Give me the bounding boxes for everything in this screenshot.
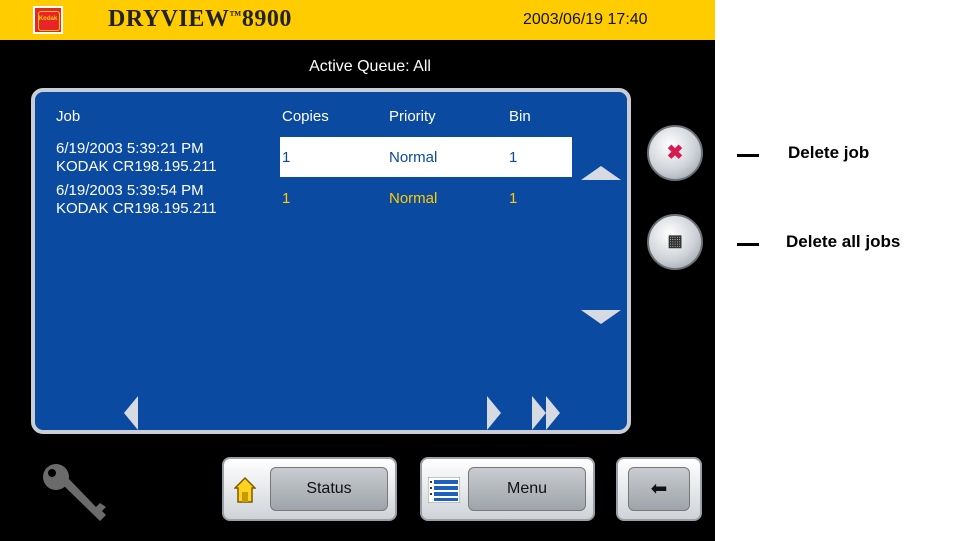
job-row-2-timestamp[interactable]: 6/19/2003 5:39:54 PM (56, 182, 204, 199)
key-icon[interactable] (36, 459, 116, 529)
job-row-2-copies[interactable]: 1 (282, 190, 290, 207)
back-button[interactable]: ⬅ (616, 457, 702, 521)
menu-list-icon (428, 477, 460, 503)
job-row-1-bin[interactable]: 1 (509, 149, 517, 166)
job-row-1-source[interactable]: KODAK CR198.195.211 (56, 158, 217, 175)
kodak-logo-text: Kodak (38, 16, 58, 22)
status-button[interactable]: Status (222, 457, 397, 521)
job-row-1-timestamp[interactable]: 6/19/2003 5:39:21 PM (56, 140, 204, 157)
device-screen: Kodak DRYVIEW™8900 2003/06/19 17:40 Acti… (0, 0, 715, 541)
callout-delete-all-jobs: Delete all jobs (786, 232, 901, 251)
product-name: DRYVIEW (108, 6, 230, 32)
menu-button[interactable]: Menu (420, 457, 595, 521)
callout-line-delete-all (737, 243, 759, 246)
datetime-display: 2003/06/19 17:40 (523, 11, 648, 28)
callout-delete-job: Delete job (788, 143, 870, 162)
job-row-1-copies[interactable]: 1 (282, 149, 290, 166)
column-header-copies: Copies (282, 108, 329, 125)
product-title: DRYVIEW™8900 (108, 6, 292, 33)
menu-button-label[interactable]: Menu (468, 467, 586, 511)
status-button-label[interactable]: Status (270, 467, 388, 511)
job-row-2-priority[interactable]: Normal (389, 190, 437, 207)
callout-line-delete-job (737, 154, 759, 157)
product-model: 8900 (241, 6, 292, 32)
column-header-job: Job (56, 108, 81, 125)
job-row-1-priority[interactable]: Normal (389, 149, 437, 166)
delete-all-jobs-button[interactable]: ▦ (647, 214, 703, 270)
trademark-mark: ™ (229, 8, 242, 22)
scroll-up-arrow-icon[interactable] (581, 166, 621, 180)
job-row-2-bin[interactable]: 1 (509, 190, 517, 207)
column-header-bin: Bin (509, 108, 531, 125)
header-bar: Kodak DRYVIEW™8900 2003/06/19 17:40 (0, 0, 715, 40)
page-last-arrow-icon[interactable] (532, 396, 546, 430)
column-header-priority: Priority (389, 108, 436, 125)
delete-job-icon: ✖ (666, 142, 684, 164)
kodak-logo: Kodak (33, 6, 63, 34)
job-queue-panel: Job Copies Priority Bin 6/19/2003 5:39:2… (31, 88, 631, 434)
scroll-down-arrow-icon[interactable] (581, 310, 621, 324)
page-left-arrow-icon[interactable] (124, 396, 138, 430)
page-right-arrow-icon[interactable] (487, 396, 501, 430)
queue-title: Active Queue: All (309, 58, 431, 75)
home-icon (234, 476, 256, 503)
delete-all-icon: ▦ (667, 233, 683, 250)
delete-job-button[interactable]: ✖ (647, 125, 703, 181)
page-last-arrow-icon[interactable] (546, 396, 560, 430)
back-arrow-icon[interactable]: ⬅ (628, 467, 690, 511)
job-row-2-source[interactable]: KODAK CR198.195.211 (56, 200, 217, 217)
